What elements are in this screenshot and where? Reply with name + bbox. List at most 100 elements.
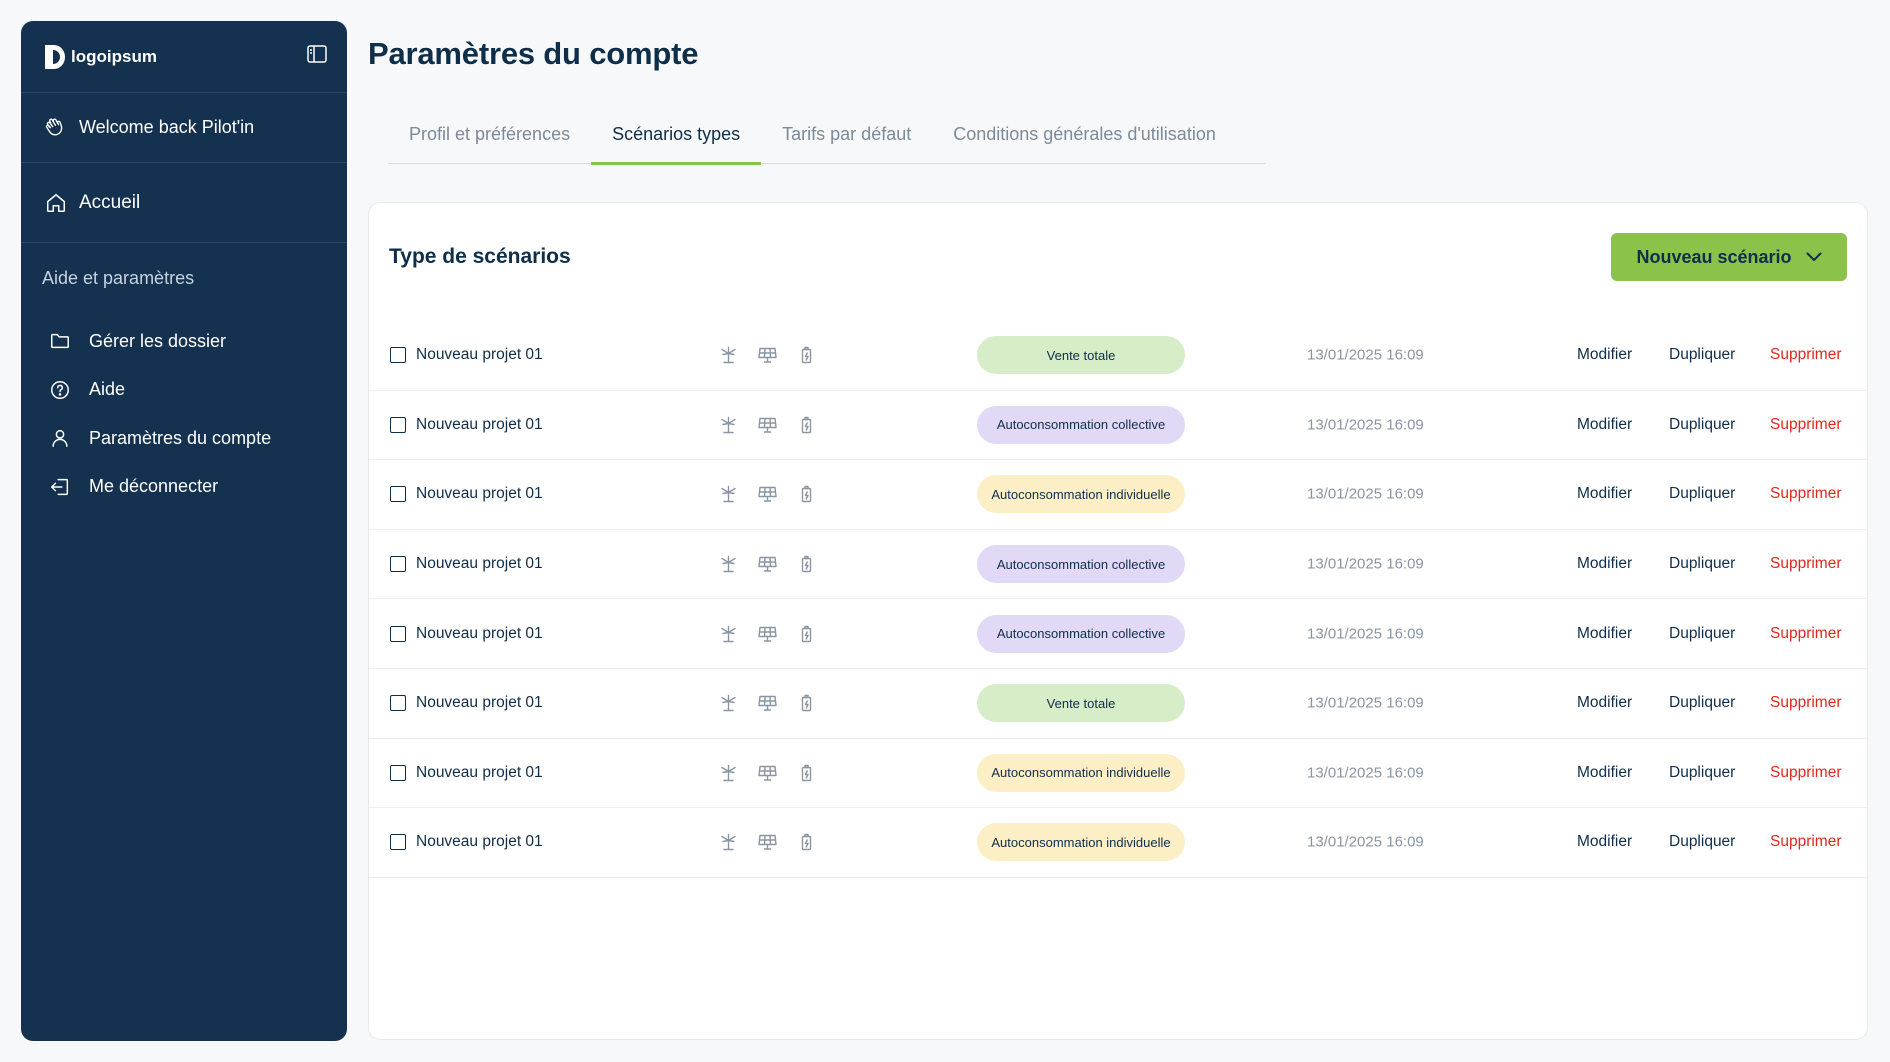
modify-button[interactable]: Modifier — [1577, 346, 1632, 364]
user-icon — [52, 430, 68, 448]
duplicate-button[interactable]: Dupliquer — [1669, 346, 1735, 364]
solar-panel-icon — [758, 696, 777, 711]
scenario-icons — [719, 834, 816, 851]
wind-turbine-icon — [721, 834, 736, 851]
tab-terms[interactable]: Conditions générales d'utilisation — [932, 112, 1237, 163]
card-title: Type de scénarios — [389, 245, 571, 268]
scenario-type-badge: Autoconsommation individuelle — [977, 823, 1185, 862]
scenario-name: Nouveau projet 01 — [416, 833, 543, 851]
scenario-name: Nouveau projet 01 — [416, 624, 543, 642]
duplicate-button[interactable]: Dupliquer — [1669, 694, 1735, 712]
new-scenario-button[interactable]: Nouveau scénario — [1611, 233, 1847, 281]
scenario-icons — [719, 625, 816, 642]
scenario-icons — [719, 764, 816, 782]
battery-icon — [801, 416, 812, 434]
scenarios-table: Nouveau projet 01 Vente totale 13/01/202… — [369, 321, 1867, 878]
help-circle-icon — [51, 380, 69, 399]
logo-text: logoipsum — [71, 46, 157, 66]
solar-panel-icon — [758, 487, 777, 503]
sidebar-item-logout[interactable]: Me déconnecter — [21, 463, 347, 512]
duplicate-button[interactable]: Dupliquer — [1669, 833, 1735, 851]
table-row: Nouveau projet 01 Autoconsommation indiv… — [369, 739, 1867, 809]
waving-hand-icon — [45, 117, 63, 136]
scenario-date: 13/01/2025 16:09 — [1307, 346, 1424, 364]
new-scenario-label: Nouveau scénario — [1636, 246, 1792, 267]
scenario-type-badge: Autoconsommation collective — [977, 545, 1185, 584]
wind-turbine-icon — [721, 347, 736, 364]
sidebar-item-folders[interactable]: Gérer les dossier — [21, 317, 347, 366]
solar-panel-icon — [758, 765, 777, 781]
sidebar-item-account-settings[interactable]: Paramètres du compte — [21, 414, 347, 463]
delete-button[interactable]: Supprimer — [1770, 625, 1842, 643]
sidebar-toggle-icon[interactable] — [307, 45, 327, 68]
delete-button[interactable]: Supprimer — [1770, 694, 1842, 712]
sidebar-item-help[interactable]: Aide — [21, 366, 347, 415]
sidebar-section-title: Aide et paramètres — [42, 268, 195, 288]
delete-button[interactable]: Supprimer — [1770, 833, 1842, 851]
sidebar-item-label: Gérer les dossier — [89, 330, 227, 351]
scenario-icons — [719, 486, 816, 503]
modify-button[interactable]: Modifier — [1577, 833, 1632, 851]
sidebar-item-label: Accueil — [79, 191, 141, 213]
delete-button[interactable]: Supprimer — [1770, 764, 1842, 782]
solar-panel-icon — [758, 626, 777, 642]
wind-turbine-icon — [721, 764, 736, 782]
logo[interactable]: logoipsum — [43, 44, 157, 70]
delete-button[interactable]: Supprimer — [1770, 346, 1842, 364]
modify-button[interactable]: Modifier — [1577, 485, 1632, 503]
scenario-type-badge: Autoconsommation collective — [977, 614, 1185, 653]
scenario-name: Nouveau projet 01 — [416, 763, 543, 781]
duplicate-button[interactable]: Dupliquer — [1669, 625, 1735, 643]
delete-button[interactable]: Supprimer — [1770, 555, 1842, 573]
solar-panel-icon — [758, 835, 777, 851]
chevron-down-icon — [1806, 252, 1822, 261]
battery-icon — [801, 625, 812, 642]
tab-scenarios[interactable]: Scénarios types — [591, 112, 762, 165]
logout-icon — [51, 478, 69, 495]
delete-button[interactable]: Supprimer — [1770, 416, 1842, 434]
tab-profile[interactable]: Profil et préférences — [388, 112, 591, 163]
row-checkbox[interactable] — [390, 764, 406, 781]
folder-icon — [51, 334, 69, 349]
scenario-type-badge: Autoconsommation individuelle — [977, 753, 1185, 792]
battery-icon — [801, 764, 812, 782]
row-checkbox[interactable] — [390, 695, 406, 712]
scenarios-card: Type de scénarios Nouveau scénario Nouve… — [368, 202, 1868, 1040]
scenario-date: 13/01/2025 16:09 — [1307, 764, 1424, 782]
sidebar-item-label: Me déconnecter — [89, 476, 219, 497]
battery-icon — [801, 555, 812, 573]
scenario-type-badge: Autoconsommation collective — [977, 405, 1185, 444]
scenario-name: Nouveau projet 01 — [416, 555, 543, 573]
duplicate-button[interactable]: Dupliquer — [1669, 485, 1735, 503]
scenario-name: Nouveau projet 01 — [416, 694, 543, 712]
row-checkbox[interactable] — [390, 347, 406, 364]
sidebar: logoipsum Welcome back Pilot'in Accueil … — [21, 21, 347, 1041]
table-row: Nouveau projet 01 Vente totale 13/01/202… — [369, 669, 1867, 739]
solar-panel-icon — [758, 556, 777, 572]
modify-button[interactable]: Modifier — [1577, 555, 1632, 573]
table-row: Nouveau projet 01 Autoconsommation colle… — [369, 391, 1867, 461]
delete-button[interactable]: Supprimer — [1770, 485, 1842, 503]
tab-default-rates[interactable]: Tarifs par défaut — [761, 112, 932, 163]
row-checkbox[interactable] — [390, 556, 406, 573]
modify-button[interactable]: Modifier — [1577, 416, 1632, 434]
row-checkbox[interactable] — [390, 486, 406, 503]
modify-button[interactable]: Modifier — [1577, 694, 1632, 712]
modify-button[interactable]: Modifier — [1577, 764, 1632, 782]
row-checkbox[interactable] — [390, 416, 406, 433]
modify-button[interactable]: Modifier — [1577, 625, 1632, 643]
sidebar-item-home[interactable]: Accueil — [21, 163, 347, 243]
scenario-date: 13/01/2025 16:09 — [1307, 833, 1424, 851]
duplicate-button[interactable]: Dupliquer — [1669, 764, 1735, 782]
duplicate-button[interactable]: Dupliquer — [1669, 555, 1735, 573]
scenario-icons — [719, 695, 816, 712]
table-row: Nouveau projet 01 Vente totale 13/01/202… — [369, 321, 1867, 391]
battery-icon — [801, 486, 812, 503]
row-checkbox[interactable] — [390, 834, 406, 851]
duplicate-button[interactable]: Dupliquer — [1669, 416, 1735, 434]
row-checkbox[interactable] — [390, 625, 406, 642]
scenario-type-badge: Vente totale — [977, 684, 1185, 723]
table-row: Nouveau projet 01 Autoconsommation colle… — [369, 599, 1867, 669]
page-title: Paramètres du compte — [368, 36, 699, 71]
wind-turbine-icon — [721, 695, 736, 712]
